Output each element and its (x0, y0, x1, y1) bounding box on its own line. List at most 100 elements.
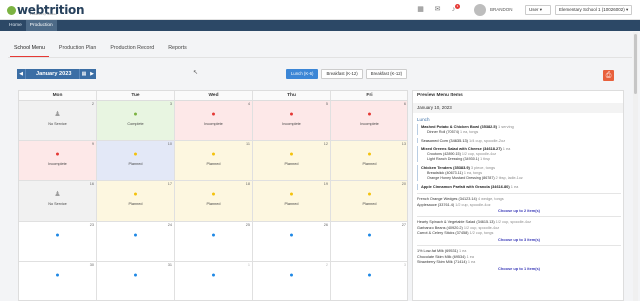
meal-button-lunch[interactable]: Lunch (K-6) (286, 69, 319, 79)
no-service-person-icon[interactable]: ♟ (54, 191, 61, 199)
menu-item-name: Dinner Roll (70574) (427, 129, 459, 134)
preview-meal-label[interactable]: Lunch (417, 117, 621, 122)
school-select[interactable]: Elementary School 1 (10026002) ▾ (555, 5, 632, 15)
apple-status-icon[interactable]: ● (132, 232, 139, 240)
grid-icon[interactable]: ▦ (417, 6, 424, 13)
logo-tagline: Powered by Sodexo (30, 12, 57, 16)
calendar-day-cell[interactable]: 10 ● Planned (97, 141, 175, 182)
tab-production-record[interactable]: Production Record (104, 41, 160, 57)
meal-button-breakfast-2[interactable]: Breakfast (K-12) (365, 69, 408, 79)
day-status-label: Planned (284, 162, 299, 167)
menu-item-serving: 1/4 cup, spoodle-2oz (469, 137, 506, 143)
apple-status-icon[interactable]: ● (54, 232, 61, 240)
page-scrollbar[interactable] (633, 32, 638, 301)
meal-button-breakfast-1[interactable]: Breakfast (K-12) (321, 69, 363, 79)
apple-status-icon[interactable]: ● (54, 272, 61, 280)
day-status-label: Planned (206, 162, 221, 167)
apple-status-icon[interactable]: ● (132, 272, 139, 280)
tab-production-plan[interactable]: Production Plan (53, 41, 102, 57)
menu-sub-item[interactable]: Dinner Roll (70574) 1 ea, tongs (421, 130, 621, 135)
nav-item-production[interactable]: Production (25, 20, 57, 31)
calendar-day-cell[interactable]: 6 ● Incomplete (331, 101, 407, 142)
menu-item-name: Mixed Greens Salad with Cheese (34618.27… (421, 146, 502, 152)
apple-status-icon[interactable]: ● (210, 151, 217, 159)
menu-item-serving: 1 ea, tongs (463, 170, 483, 175)
apple-status-icon[interactable]: ● (366, 191, 373, 199)
apple-status-icon[interactable]: ● (210, 232, 217, 240)
menu-item-group: Apple Cinnamon Parfait with Granola (346… (417, 184, 621, 190)
menu-sub-item[interactable]: Orange Honey Mustard Dressing (86787) 2 … (421, 176, 621, 181)
calendar-day-cell[interactable]: 11 ● Planned (175, 141, 253, 182)
role-select[interactable]: User ▾ (525, 5, 551, 15)
tab-reports[interactable]: Reports (162, 41, 193, 57)
day-number: 4 (247, 102, 250, 106)
apple-status-icon[interactable]: ● (132, 151, 139, 159)
calendar-picker-icon[interactable]: ▦ (80, 69, 88, 79)
calendar-day-cell[interactable]: 26 ● (253, 221, 331, 262)
menu-item[interactable]: Apple Cinnamon Parfait with Granola (346… (421, 184, 621, 190)
calendar-day-cell[interactable]: 24 ● (97, 221, 175, 262)
calendar-day-cell[interactable]: 27 ● (331, 221, 407, 262)
tab-school-menu[interactable]: School Menu (8, 41, 51, 57)
apple-status-icon[interactable]: ● (54, 151, 61, 159)
avatar[interactable] (474, 4, 486, 16)
day-number: 20 (401, 182, 406, 187)
logo-mark-icon (7, 5, 16, 15)
pdf-export-icon[interactable]: ⎙ (603, 70, 614, 81)
no-service-person-icon[interactable]: ♟ (54, 111, 61, 119)
apple-status-icon[interactable]: ● (366, 151, 373, 159)
apple-status-icon[interactable]: ● (288, 232, 295, 240)
nav-item-home[interactable]: Home (5, 20, 26, 31)
megaphone-icon[interactable]: ✉ (434, 6, 441, 13)
calendar-day-cell[interactable]: 9 ● Incomplete (19, 141, 97, 182)
apple-status-icon[interactable]: ● (288, 151, 295, 159)
calendar-day-cell[interactable]: 1 ● (175, 261, 253, 300)
calendar-day-cell[interactable]: 5 ● Incomplete (253, 101, 331, 142)
calendar-day-cell[interactable]: 20 ● Planned (331, 181, 407, 222)
scrollbar-thumb[interactable] (634, 34, 637, 94)
day-number: 10 (167, 142, 172, 147)
calendar-day-cell[interactable]: 2 ♟ No Service (19, 101, 97, 142)
calendar-day-cell[interactable]: 3 ● (331, 261, 407, 300)
month-label[interactable]: January 2023 (25, 69, 80, 79)
apple-status-icon[interactable]: ● (210, 272, 217, 280)
apple-status-icon[interactable]: ● (288, 272, 295, 280)
apple-status-icon[interactable]: ● (288, 111, 295, 119)
calendar-day-cell[interactable]: 18 ● Planned (175, 181, 253, 222)
calendar-day-cell[interactable]: 3 ● Complete (97, 101, 175, 142)
calendar-day-cell[interactable]: 23 ● (19, 221, 97, 262)
month-navigator: ◀ January 2023 ▦ ▶ (17, 69, 96, 79)
menu-item-serving: 1 tbsp (480, 157, 491, 162)
prev-month-button[interactable]: ◀ (17, 69, 25, 79)
menu-item[interactable]: Seasoned Corn (34635.13) 1/4 cup, spoodl… (421, 138, 621, 144)
apple-status-icon[interactable]: ● (366, 272, 373, 280)
day-status-label: Planned (362, 202, 377, 207)
calendar-day-cell[interactable]: 4 ● Incomplete (175, 101, 253, 142)
day-status-label: Complete (127, 122, 144, 126)
calendar-day-cell[interactable]: 2 ● (253, 261, 331, 300)
apple-status-icon[interactable]: ● (132, 111, 139, 119)
menu-item-serving: 1 serving (497, 124, 514, 129)
user-name[interactable]: BRANDON (490, 7, 513, 12)
day-header-fri: Fri (331, 91, 407, 101)
day-number: 13 (401, 142, 406, 147)
calendar-day-cell[interactable]: 16 ♟ No Service (19, 181, 97, 222)
calendar-day-cell[interactable]: 31 ● (97, 261, 175, 300)
calendar-day-cell[interactable]: 25 ● (175, 221, 253, 262)
choice-option-name: Chocolate Skim Milk (69534) (417, 254, 466, 259)
next-month-button[interactable]: ▶ (88, 69, 96, 79)
calendar-day-cell[interactable]: 13 ● Planned (331, 141, 407, 182)
calendar-day-cell[interactable]: 17 ● Planned (97, 181, 175, 222)
apple-status-icon[interactable]: ● (288, 191, 295, 199)
calendar-day-cell[interactable]: 30 ● (19, 261, 97, 300)
menu-sub-item[interactable]: Light Ranch Dressing (34930.1) 1 tbsp (421, 157, 621, 162)
calendar-day-cell[interactable]: 19 ● Planned (253, 181, 331, 222)
apple-status-icon[interactable]: ● (210, 111, 217, 119)
apple-status-icon[interactable]: ● (366, 232, 373, 240)
apple-status-icon[interactable]: ● (132, 191, 139, 199)
menu-item-serving: 3 piece, tongs (470, 165, 496, 171)
apple-status-icon[interactable]: ● (210, 191, 217, 199)
calendar-day-cell[interactable]: 12 ● Planned (253, 141, 331, 182)
apple-status-icon[interactable]: ● (366, 111, 373, 119)
choice-option-name: Garbanzo Beans (40920.2) (417, 225, 463, 230)
